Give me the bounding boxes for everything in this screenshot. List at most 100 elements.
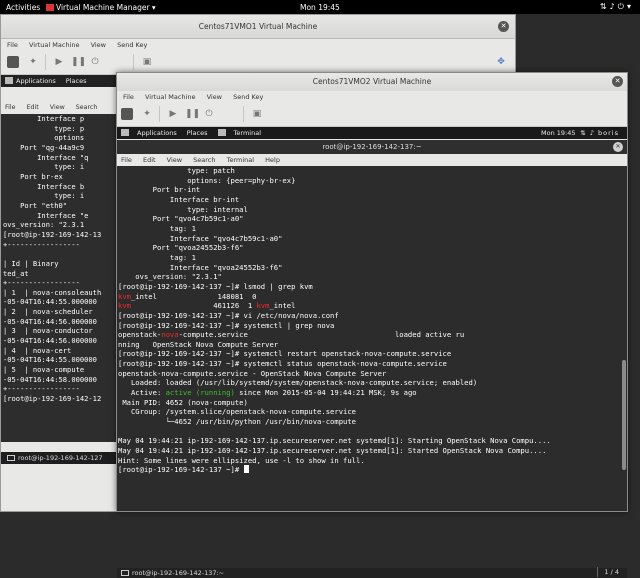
term-line: openstack-nova-compute.service loaded ac… bbox=[118, 330, 465, 340]
pause-icon[interactable]: ❚❚ bbox=[71, 56, 86, 68]
term-line: [root@ip-192-169-142-137 ~]# vi /etc/nov… bbox=[118, 310, 339, 320]
lightbulb-icon[interactable]: ✦ bbox=[141, 108, 153, 120]
vm1-term-line: [root@ip-192-169-142-13 bbox=[3, 229, 102, 239]
workspace-pager[interactable]: 1 / 4 bbox=[597, 567, 619, 577]
run-icon[interactable]: ▶ bbox=[53, 56, 65, 68]
vm1-term-line: | 5 | nova-compute bbox=[3, 365, 85, 375]
vm1-term-line: -05-04T16:44:58.000000 bbox=[3, 374, 97, 384]
power-icon: ⏻ bbox=[617, 2, 627, 11]
term-menu-file[interactable]: File bbox=[121, 156, 132, 164]
vm2-titlebar[interactable]: Centos71VMO2 Virtual Machine ✕ bbox=[117, 73, 627, 91]
vm1-applications-menu[interactable]: Applications bbox=[16, 77, 56, 85]
vm1-term-line: | 1 | nova-consoleauth bbox=[3, 287, 102, 297]
term-menu-help[interactable]: Help bbox=[265, 156, 280, 164]
snapshot-icon[interactable]: ▣ bbox=[141, 56, 153, 68]
snapshot-icon[interactable]: ▣ bbox=[251, 108, 263, 120]
vm1-places-menu[interactable]: Places bbox=[66, 77, 87, 85]
terminal-scrollbar[interactable] bbox=[621, 166, 627, 470]
vm2-terminal-window[interactable]: root@ip-192-169-142-137:~ ✕ File Edit Vi… bbox=[117, 140, 627, 578]
vm1-menu-send-key[interactable]: Send Key bbox=[117, 41, 147, 49]
app-menu[interactable]: Virtual Machine Manager ▾ bbox=[46, 3, 156, 12]
vm1-term-menu-file[interactable]: File bbox=[5, 104, 16, 111]
power-off-icon[interactable]: ⏻ bbox=[203, 108, 215, 120]
top-bar-clock[interactable]: Mon 19:45 bbox=[300, 3, 340, 12]
vm1-term-line: ted_at bbox=[3, 268, 29, 278]
network-icon: ⇅ bbox=[599, 2, 610, 11]
vm1-term-line: Interface "q bbox=[37, 152, 89, 162]
terminal-icon bbox=[7, 455, 15, 461]
term-line: tag: 1 bbox=[169, 252, 196, 262]
monitor-icon[interactable] bbox=[7, 56, 19, 68]
term-menu-search[interactable]: Search bbox=[193, 156, 215, 164]
vm2-window: Centos71VMO2 Virtual Machine ✕ File Virt… bbox=[116, 72, 628, 578]
terminal-cursor bbox=[243, 465, 249, 474]
vm1-titlebar[interactable]: Centos71VMO1 Virtual Machine ✕ bbox=[1, 15, 515, 39]
terminal-menubar: File Edit View Search Terminal Help bbox=[117, 154, 627, 166]
vm1-term-line: | 4 | nova-cert bbox=[3, 345, 72, 355]
vm2-close-icon[interactable]: ✕ bbox=[612, 76, 623, 87]
run-icon[interactable]: ▶ bbox=[167, 108, 179, 120]
activities-button[interactable]: Activities bbox=[6, 3, 40, 12]
vm1-menubar: File Virtual Machine View Send Key bbox=[1, 39, 515, 51]
term-line: tag: 1 bbox=[169, 223, 196, 233]
vm1-close-icon[interactable]: ✕ bbox=[498, 21, 509, 32]
vm1-menu-view[interactable]: View bbox=[91, 41, 106, 49]
system-tray[interactable]: ⇅♪⏻▾ bbox=[600, 2, 634, 12]
vm1-menu-file[interactable]: File bbox=[7, 41, 18, 49]
vm1-term-line: Port "eth0" bbox=[20, 200, 68, 210]
term-line: ovs_version: "2.3.1" bbox=[135, 272, 222, 282]
terminal-scrollbar-thumb[interactable] bbox=[622, 360, 626, 470]
vm1-term-line: Port br-ex bbox=[20, 171, 63, 181]
fullscreen-icon[interactable]: ✥ bbox=[495, 56, 507, 68]
term-line: type: internal bbox=[187, 204, 248, 214]
term-menu-edit[interactable]: Edit bbox=[143, 156, 156, 164]
term-line: May 04 19:44:21 ip-192-169-142-137.ip.se… bbox=[118, 436, 551, 446]
term-line: type: patch bbox=[187, 166, 235, 175]
terminal-titlebar[interactable]: root@ip-192-169-142-137:~ ✕ bbox=[117, 140, 627, 154]
vm2-menu-view[interactable]: View bbox=[207, 93, 222, 101]
vm1-term-line: | 2 | nova-scheduler bbox=[3, 307, 93, 317]
term-menu-terminal[interactable]: Terminal bbox=[227, 156, 254, 164]
term-line: Port br-int bbox=[152, 185, 201, 195]
lightbulb-icon[interactable]: ✦ bbox=[27, 56, 39, 68]
volume-icon: ♪ bbox=[609, 2, 618, 11]
vm1-term-line: -05-04T16:44:56.000000 bbox=[3, 336, 97, 346]
vm2-menubar: File Virtual Machine View Send Key bbox=[117, 91, 627, 103]
vm1-title: Centos71VMO1 Virtual Machine bbox=[198, 22, 318, 31]
term-line: Port "qvoa24552b3-f6" bbox=[152, 243, 244, 253]
vm1-terminal-menubar: File Edit View Search bbox=[1, 102, 119, 114]
vm2-taskbar-label: root@ip-192-169-142-137:~ bbox=[132, 569, 225, 577]
vm2-menu-send-key[interactable]: Send Key bbox=[233, 93, 263, 101]
vm1-term-line: Port "qg-44a9c9 bbox=[20, 142, 85, 152]
monitor-icon[interactable] bbox=[121, 108, 133, 120]
vm2-guest-user: boris bbox=[598, 129, 619, 137]
vm1-terminal[interactable]: File Edit View Search Interface p type: … bbox=[1, 102, 119, 442]
vm2-menu-virtual-machine[interactable]: Virtual Machine bbox=[145, 93, 196, 101]
term-line: └─4652 /usr/bin/python /usr/bin/nova-com… bbox=[165, 417, 356, 427]
vm2-menu-file[interactable]: File bbox=[123, 93, 134, 101]
vm1-menu-virtual-machine[interactable]: Virtual Machine bbox=[29, 41, 80, 49]
terminal-output: type: patch options: {peer=phy-br-ex} Po… bbox=[117, 166, 627, 496]
vm2-guest-panel: Applications Places Terminal Mon 19:45 ⇅… bbox=[117, 127, 627, 139]
vm1-term-line: options bbox=[54, 133, 85, 143]
vm2-places-menu[interactable]: Places bbox=[187, 129, 208, 137]
term-line: Interface "qvoa24552b3-f6" bbox=[169, 262, 283, 272]
vm2-terminal-app-menu[interactable]: Terminal bbox=[234, 129, 261, 137]
vm1-term-menu-search[interactable]: Search bbox=[76, 104, 98, 111]
vm2-taskbar-item[interactable]: root@ip-192-169-142-137:~ bbox=[121, 568, 224, 578]
term-line: [root@ip-192-169-142-137 ~]# lsmod | gre… bbox=[118, 281, 313, 291]
term-menu-view[interactable]: View bbox=[167, 156, 182, 164]
vm2-applications-menu[interactable]: Applications bbox=[137, 129, 177, 137]
vm1-taskbar-item[interactable]: root@ip-192-169-142-127 bbox=[1, 452, 119, 464]
vm2-user-menu[interactable]: ⇅ ♪ boris bbox=[580, 127, 619, 139]
pause-icon[interactable]: ❚❚ bbox=[185, 108, 200, 120]
vm1-term-line: Interface p bbox=[37, 114, 85, 123]
vm1-term-menu-edit[interactable]: Edit bbox=[27, 104, 39, 111]
power-off-icon[interactable]: ⏻ bbox=[89, 56, 101, 68]
vm1-terminal-output: Interface p type: p options Port "qg-44a… bbox=[1, 114, 119, 440]
vm2-guest-clock[interactable]: Mon 19:45 bbox=[541, 127, 576, 139]
vm1-term-menu-view[interactable]: View bbox=[50, 104, 65, 111]
term-line: May 04 19:44:21 ip-192-169-142-137.ip.se… bbox=[118, 446, 547, 456]
vm1-term-line: -05-04T16:44:55.000000 bbox=[3, 355, 97, 365]
terminal-close-icon[interactable]: ✕ bbox=[613, 142, 623, 152]
